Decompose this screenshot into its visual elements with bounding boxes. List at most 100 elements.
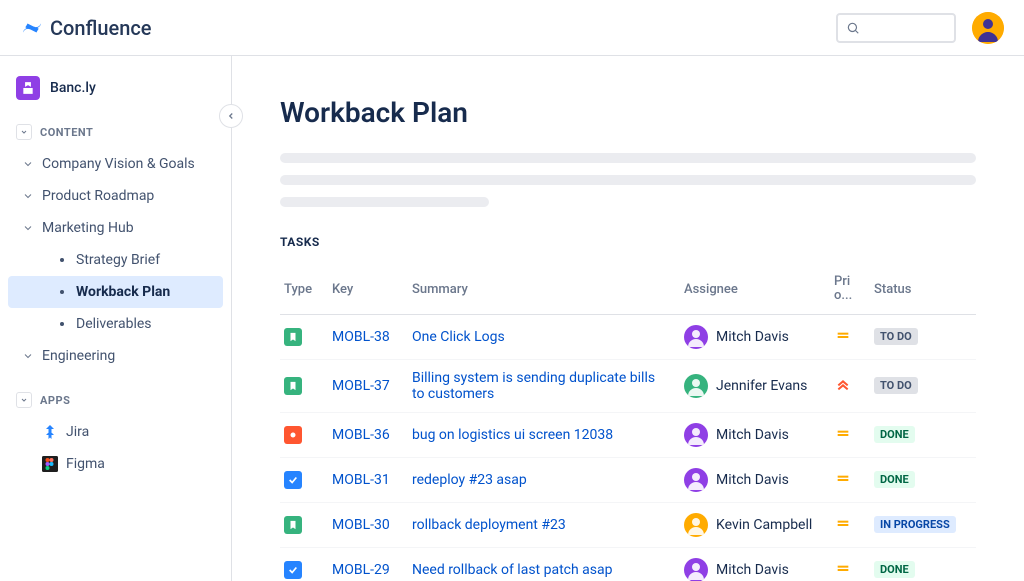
- space-header[interactable]: Banc.ly: [0, 72, 231, 116]
- nav-item[interactable]: Company Vision & Goals: [0, 148, 231, 180]
- app-label: Jira: [66, 424, 89, 440]
- priority-icon: [834, 514, 852, 532]
- sidebar-collapse-button[interactable]: [219, 104, 243, 128]
- nav-label: Strategy Brief: [76, 252, 160, 268]
- assignee-cell[interactable]: Mitch Davis: [684, 423, 818, 447]
- assignee-name: Kevin Campbell: [716, 517, 812, 533]
- section-toggle-icon: [16, 124, 32, 140]
- main-content: Workback Plan TASKS Type Key Summary Ass…: [232, 56, 1024, 581]
- figma-icon: [42, 456, 58, 472]
- bullet-icon: [60, 322, 64, 326]
- table-row: MOBL-30 rollback deployment #23 Kevin Camp…: [280, 502, 976, 547]
- search-input[interactable]: [836, 13, 956, 43]
- app-item[interactable]: Figma: [0, 448, 231, 480]
- nav-item[interactable]: Product Roadmap: [0, 180, 231, 212]
- issue-summary[interactable]: Need rollback of last patch asap: [412, 562, 612, 578]
- status-badge[interactable]: DONE: [874, 471, 915, 488]
- assignee-avatar: [684, 325, 708, 349]
- page-title: Workback Plan: [280, 96, 976, 129]
- col-type[interactable]: Type: [280, 265, 324, 314]
- table-row: MOBL-38 One Click Logs Mitch Davis TO DO: [280, 314, 976, 359]
- status-badge[interactable]: DONE: [874, 561, 915, 578]
- priority-icon: [834, 326, 852, 344]
- issue-summary[interactable]: One Click Logs: [412, 329, 505, 345]
- apps-label: APPS: [40, 394, 70, 407]
- issue-type-icon: [284, 516, 302, 534]
- sidebar: Banc.ly CONTENT Company Vision & Goals Pr…: [0, 56, 232, 581]
- status-badge[interactable]: TO DO: [874, 328, 918, 345]
- issue-key[interactable]: MOBL-38: [332, 329, 390, 345]
- nav-label: Marketing Hub: [42, 220, 134, 236]
- status-badge[interactable]: DONE: [874, 426, 915, 443]
- app-item[interactable]: Jira: [0, 416, 231, 448]
- priority-icon: [834, 375, 852, 393]
- top-header: Confluence: [0, 0, 1024, 56]
- nav-label: Deliverables: [76, 316, 152, 332]
- assignee-avatar: [684, 468, 708, 492]
- nav-item[interactable]: Engineering: [0, 340, 231, 372]
- assignee-avatar: [684, 513, 708, 537]
- layout: Banc.ly CONTENT Company Vision & Goals Pr…: [0, 56, 1024, 581]
- status-badge[interactable]: IN PROGRESS: [874, 516, 956, 533]
- bullet-icon: [60, 290, 64, 294]
- assignee-cell[interactable]: Kevin Campbell: [684, 513, 818, 537]
- assignee-cell[interactable]: Mitch Davis: [684, 468, 818, 492]
- issue-key[interactable]: MOBL-29: [332, 562, 390, 578]
- nav-item[interactable]: Marketing Hub: [0, 212, 231, 244]
- issue-key[interactable]: MOBL-36: [332, 427, 390, 443]
- col-key[interactable]: Key: [324, 265, 404, 314]
- section-toggle-icon: [16, 392, 32, 408]
- apps-section-header[interactable]: APPS: [0, 384, 231, 416]
- nav-label: Engineering: [42, 348, 115, 364]
- tasks-heading: TASKS: [280, 235, 976, 249]
- nav-label: Workback Plan: [76, 284, 170, 300]
- col-assignee[interactable]: Assignee: [676, 265, 826, 314]
- issue-summary[interactable]: redeploy #23 asap: [412, 472, 527, 488]
- tasks-table: Type Key Summary Assignee Pri o... Statu…: [280, 265, 976, 581]
- placeholder-text: [280, 175, 976, 185]
- nav-item[interactable]: Strategy Brief: [0, 244, 231, 276]
- content-label: CONTENT: [40, 126, 93, 139]
- user-avatar[interactable]: [972, 12, 1004, 44]
- chevron-down-icon: [22, 222, 34, 234]
- table-row: MOBL-31 redeploy #23 asap Mitch Davis DONE: [280, 457, 976, 502]
- issue-key[interactable]: MOBL-37: [332, 378, 390, 394]
- content-section-header[interactable]: CONTENT: [0, 116, 231, 148]
- col-priority[interactable]: Pri o...: [826, 265, 866, 314]
- chevron-left-icon: [226, 111, 236, 121]
- chevron-down-icon: [22, 190, 34, 202]
- issue-type-icon: [284, 328, 302, 346]
- confluence-icon: [20, 16, 44, 40]
- col-summary[interactable]: Summary: [404, 265, 676, 314]
- assignee-cell[interactable]: Jennifer Evans: [684, 374, 818, 398]
- nav-item[interactable]: Workback Plan: [8, 276, 223, 308]
- placeholder-text: [280, 197, 489, 207]
- issue-summary[interactable]: bug on logistics ui screen 12038: [412, 427, 613, 443]
- issue-key[interactable]: MOBL-30: [332, 517, 390, 533]
- avatar-icon: [972, 12, 1004, 44]
- assignee-avatar: [684, 374, 708, 398]
- search-icon: [846, 21, 860, 35]
- issue-summary[interactable]: rollback deployment #23: [412, 517, 566, 533]
- table-row: MOBL-36 bug on logistics ui screen 12038 M…: [280, 412, 976, 457]
- assignee-cell[interactable]: Mitch Davis: [684, 325, 818, 349]
- assignee-avatar: [684, 423, 708, 447]
- nav-label: Product Roadmap: [42, 188, 154, 204]
- chevron-down-icon: [22, 158, 34, 170]
- chevron-down-icon: [22, 350, 34, 362]
- placeholder-text: [280, 153, 976, 163]
- space-name: Banc.ly: [50, 80, 96, 96]
- issue-key[interactable]: MOBL-31: [332, 472, 390, 488]
- assignee-name: Mitch Davis: [716, 472, 789, 488]
- nav-item[interactable]: Deliverables: [0, 308, 231, 340]
- nav-label: Company Vision & Goals: [42, 156, 195, 172]
- issue-summary[interactable]: Billing system is sending duplicate bill…: [412, 370, 655, 402]
- status-badge[interactable]: TO DO: [874, 377, 918, 394]
- assignee-cell[interactable]: Mitch Davis: [684, 558, 818, 581]
- assignee-name: Mitch Davis: [716, 562, 789, 578]
- logo[interactable]: Confluence: [20, 16, 152, 40]
- assignee-name: Jennifer Evans: [716, 378, 807, 394]
- col-status[interactable]: Status: [866, 265, 976, 314]
- bullet-icon: [60, 258, 64, 262]
- assignee-avatar: [684, 558, 708, 581]
